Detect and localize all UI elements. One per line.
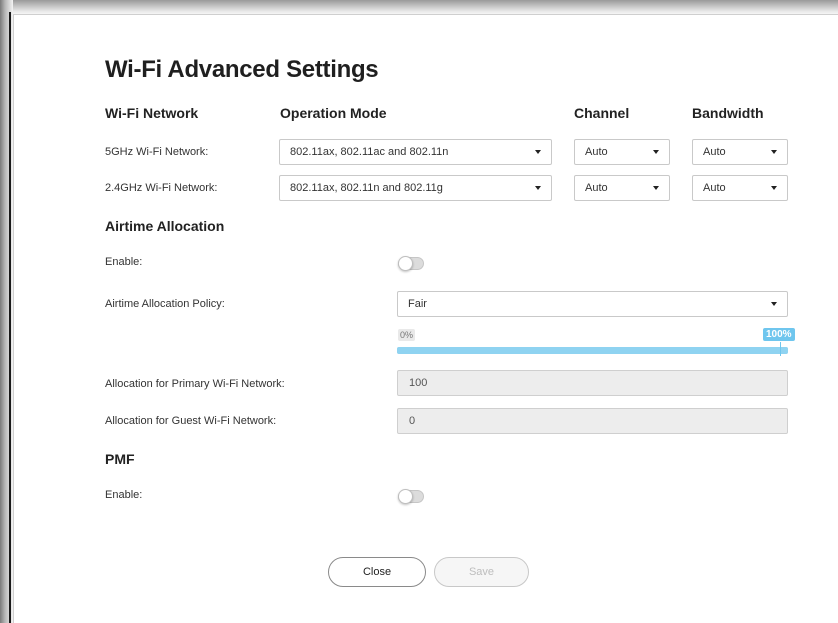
label-airtime-policy: Airtime Allocation Policy: (105, 298, 225, 310)
label-24ghz-network: 2.4GHz Wi-Fi Network: (105, 182, 218, 194)
primary-allocation-field: 100 (397, 370, 788, 396)
select-24ghz-channel[interactable]: Auto (574, 175, 670, 201)
section-title-airtime: Airtime Allocation (105, 218, 225, 234)
toggle-knob (398, 256, 413, 271)
airtime-enable-toggle[interactable] (398, 256, 424, 271)
chevron-down-icon (653, 186, 659, 190)
select-5ghz-bandwidth[interactable]: Auto (692, 139, 788, 165)
pmf-enable-toggle[interactable] (398, 489, 424, 504)
header-bandwidth: Bandwidth (692, 105, 764, 121)
primary-allocation-value: 100 (409, 377, 428, 389)
chevron-down-icon (771, 186, 777, 190)
label-primary-allocation: Allocation for Primary Wi-Fi Network: (105, 378, 285, 390)
guest-allocation-field: 0 (397, 408, 788, 434)
dialog-title: Wi-Fi Advanced Settings (105, 56, 379, 83)
select-value: 802.11ax, 802.11n and 802.11g (290, 182, 443, 194)
chevron-down-icon (535, 186, 541, 190)
slider-fill (397, 347, 788, 354)
select-24ghz-operation-mode[interactable]: 802.11ax, 802.11n and 802.11g (279, 175, 552, 201)
header-wifi-network: Wi-Fi Network (105, 105, 199, 121)
select-5ghz-channel[interactable]: Auto (574, 139, 670, 165)
chevron-down-icon (771, 302, 777, 306)
select-value: 802.11ax, 802.11ac and 802.11n (290, 146, 449, 158)
chevron-down-icon (653, 150, 659, 154)
window-frame-left (0, 0, 13, 623)
select-5ghz-operation-mode[interactable]: 802.11ax, 802.11ac and 802.11n (279, 139, 552, 165)
toggle-knob (398, 489, 413, 504)
close-button[interactable]: Close (328, 557, 426, 587)
select-24ghz-bandwidth[interactable]: Auto (692, 175, 788, 201)
airtime-slider[interactable] (397, 347, 788, 354)
select-value: Auto (585, 146, 608, 158)
slider-max-label: 100% (763, 328, 795, 341)
header-channel: Channel (574, 105, 630, 121)
select-value: Auto (703, 182, 726, 194)
header-operation-mode: Operation Mode (280, 105, 387, 121)
select-airtime-policy[interactable]: Fair (397, 291, 788, 317)
guest-allocation-value: 0 (409, 415, 416, 427)
section-title-pmf: PMF (105, 451, 135, 467)
slider-min-label: 0% (398, 329, 416, 341)
save-button[interactable]: Save (434, 557, 529, 587)
slider-thumb[interactable] (780, 342, 781, 356)
label-guest-allocation: Allocation for Guest Wi-Fi Network: (105, 415, 277, 427)
label-airtime-enable: Enable: (105, 256, 143, 268)
select-value: Auto (585, 182, 608, 194)
chevron-down-icon (771, 150, 777, 154)
label-5ghz-network: 5GHz Wi-Fi Network: (105, 146, 209, 158)
chevron-down-icon (535, 150, 541, 154)
select-value: Fair (408, 298, 427, 310)
label-pmf-enable: Enable: (105, 489, 143, 501)
select-value: Auto (703, 146, 726, 158)
